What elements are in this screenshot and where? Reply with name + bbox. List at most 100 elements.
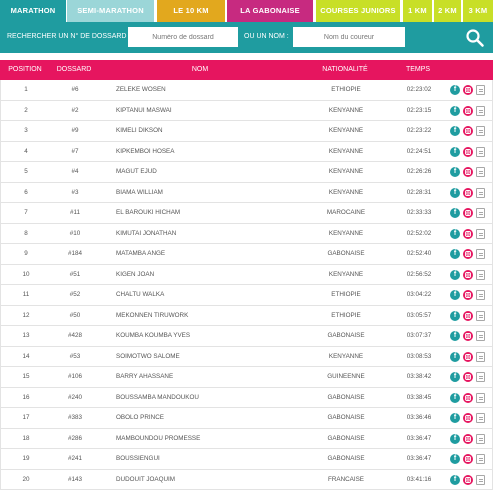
document-icon[interactable] <box>476 474 485 485</box>
document-icon[interactable] <box>476 433 485 444</box>
instagram-icon[interactable] <box>463 105 473 116</box>
instagram-icon[interactable] <box>463 126 473 136</box>
document-icon[interactable] <box>476 310 485 321</box>
document-icon[interactable] <box>476 290 485 300</box>
document-icon[interactable] <box>476 269 485 280</box>
facebook-icon[interactable]: f <box>450 146 460 157</box>
header-nom[interactable]: NOM <box>100 60 300 80</box>
instagram-icon[interactable] <box>463 331 473 341</box>
table-row: 20 #143 DUDOUIT JOAQUIM FRANCAISE 03:41:16 f <box>0 469 493 490</box>
dossard-search-input[interactable] <box>128 27 238 47</box>
tab-courses-juniors[interactable]: COURSES JUNIORS <box>316 0 400 22</box>
dossard-search-label: RECHERCHER UN N° DE DOSSARD : <box>7 33 131 40</box>
facebook-icon[interactable]: f <box>450 413 460 423</box>
instagram-icon[interactable] <box>463 372 473 382</box>
tab-3-km[interactable]: 3 KM <box>463 0 493 22</box>
facebook-icon[interactable]: f <box>450 167 460 177</box>
name-search-input[interactable] <box>293 27 405 47</box>
cell-temps: 02:24:51 <box>406 147 432 155</box>
header-dossard[interactable]: DOSSARD <box>50 60 98 80</box>
cell-dossard: #3 <box>71 188 79 196</box>
instagram-icon[interactable] <box>463 208 473 218</box>
cell-dossard: #4 <box>71 168 79 175</box>
table-row: 19 #241 BOUSSIENGUI GABONAISE 03:36:47 f <box>0 449 493 470</box>
cell-temps: 03:04:22 <box>406 291 432 298</box>
instagram-icon[interactable] <box>463 249 473 259</box>
instagram-icon[interactable] <box>463 146 473 157</box>
document-icon[interactable] <box>476 85 485 95</box>
cell-nationalite: KENYANNE <box>328 147 364 155</box>
cell-nationalite: GABONAISE <box>327 414 365 421</box>
instagram-icon[interactable] <box>463 269 473 280</box>
facebook-icon[interactable]: f <box>450 85 460 95</box>
header-temps[interactable]: TEMPS <box>388 60 448 80</box>
facebook-icon[interactable]: f <box>450 187 460 198</box>
document-icon[interactable] <box>476 187 485 198</box>
document-icon[interactable] <box>476 126 485 136</box>
tab-semi-marathon[interactable]: SEMI-MARATHON <box>67 0 154 22</box>
document-icon[interactable] <box>476 372 485 382</box>
cell-temps: 02:23:22 <box>406 127 432 134</box>
tab-1-km[interactable]: 1 KM <box>403 0 432 22</box>
instagram-icon[interactable] <box>463 351 473 362</box>
instagram-icon[interactable] <box>463 290 473 300</box>
name-search-label: OU UN NOM : <box>244 33 289 40</box>
facebook-icon[interactable]: f <box>450 392 460 403</box>
facebook-icon[interactable]: f <box>450 228 460 239</box>
instagram-icon[interactable] <box>463 167 473 177</box>
facebook-icon[interactable]: f <box>450 208 460 218</box>
search-icon[interactable] <box>465 28 485 48</box>
document-icon[interactable] <box>476 105 485 116</box>
facebook-icon[interactable]: f <box>450 105 460 116</box>
table-row: 3 #9 KIMELI DIKSON KENYANNE 02:23:22 f <box>0 121 493 142</box>
facebook-icon[interactable]: f <box>450 454 460 464</box>
cell-nationalite: GABONAISE <box>327 455 365 462</box>
tab-2-km[interactable]: 2 KM <box>434 0 461 22</box>
header-position[interactable]: POSITION <box>0 60 50 80</box>
document-icon[interactable] <box>476 331 485 341</box>
facebook-icon[interactable]: f <box>450 433 460 444</box>
facebook-icon[interactable]: f <box>450 269 460 280</box>
instagram-icon[interactable] <box>463 392 473 403</box>
instagram-icon[interactable] <box>463 228 473 239</box>
instagram-icon[interactable] <box>463 310 473 321</box>
instagram-icon[interactable] <box>463 187 473 198</box>
cell-dossard: #6 <box>71 86 79 93</box>
instagram-icon[interactable] <box>463 433 473 444</box>
cell-nationalite: ETHIOPIE <box>331 311 361 319</box>
facebook-icon[interactable]: f <box>450 126 460 136</box>
facebook-icon[interactable]: f <box>450 372 460 382</box>
document-icon[interactable] <box>476 392 485 403</box>
document-icon[interactable] <box>476 249 485 259</box>
document-icon[interactable] <box>476 351 485 362</box>
cell-nationalite: KENYANNE <box>328 352 364 360</box>
facebook-icon[interactable]: f <box>450 474 460 485</box>
cell-dossard: #7 <box>71 147 79 155</box>
table-row: 5 #4 MAGUT EJUD KENYANNE 02:26:26 f <box>0 162 493 183</box>
facebook-icon[interactable]: f <box>450 331 460 341</box>
instagram-icon[interactable] <box>463 474 473 485</box>
instagram-icon[interactable] <box>463 85 473 95</box>
cell-nom: MATAMBA ANGE <box>116 250 166 257</box>
document-icon[interactable] <box>476 167 485 177</box>
facebook-icon[interactable]: f <box>450 290 460 300</box>
instagram-icon[interactable] <box>463 454 473 464</box>
document-icon[interactable] <box>476 146 485 157</box>
document-icon[interactable] <box>476 454 485 464</box>
header-nationalite[interactable]: NATIONALITÉ <box>302 60 388 80</box>
tab-10-km[interactable]: LE 10 KM <box>157 0 225 22</box>
table-row: 18 #286 MAMBOUNDOU PROMESSE GABONAISE 03:36:… <box>0 428 493 449</box>
results-table-body: 1 #6 ZELEKE WOSEN ETHIOPIE 02:23:02 f 2 #2 KIPTA… <box>0 80 493 490</box>
facebook-icon[interactable]: f <box>450 249 460 259</box>
tab-la-gabonaise[interactable]: LA GABONAISE <box>227 0 313 22</box>
cell-nationalite: KENYANNE <box>328 229 364 237</box>
document-icon[interactable] <box>476 228 485 239</box>
cell-position: 15 <box>22 373 30 380</box>
cell-temps: 03:36:47 <box>406 455 432 462</box>
facebook-icon[interactable]: f <box>450 310 460 321</box>
document-icon[interactable] <box>476 413 485 423</box>
document-icon[interactable] <box>476 208 485 218</box>
tab-marathon[interactable]: MARATHON <box>0 0 66 22</box>
facebook-icon[interactable]: f <box>450 351 460 362</box>
instagram-icon[interactable] <box>463 413 473 423</box>
